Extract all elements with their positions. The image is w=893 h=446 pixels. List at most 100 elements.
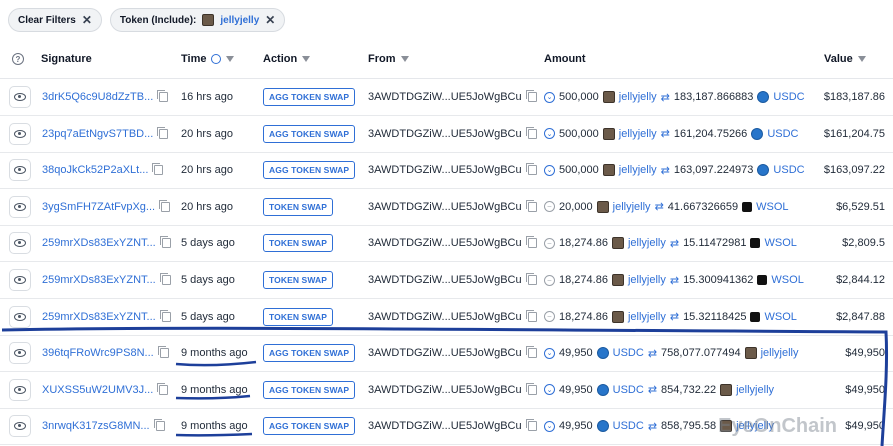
copy-icon[interactable] [525, 90, 537, 102]
clock-icon[interactable] [211, 54, 222, 64]
view-details-button[interactable] [9, 342, 31, 365]
copy-icon[interactable] [525, 346, 537, 359]
token-out-link[interactable]: jellyjelly [736, 384, 774, 396]
view-details-button[interactable] [9, 159, 31, 182]
from-address[interactable]: 3AWDTDGZiW...UE5JoWgBCu [368, 311, 522, 323]
token-in-link[interactable]: USDC [613, 420, 644, 432]
view-details-button[interactable] [9, 195, 31, 218]
copy-icon[interactable] [525, 126, 537, 139]
from-address[interactable]: 3AWDTDGZiW...UE5JoWgBCu [368, 164, 522, 176]
signature-link[interactable]: 259mrXDs83ExYZNT... [42, 311, 156, 323]
signature-link[interactable]: XUXSS5uW2UMV3J... [42, 384, 153, 396]
copy-icon[interactable] [159, 273, 171, 285]
expand-icon[interactable]: – [544, 201, 555, 213]
close-icon[interactable]: ✕ [82, 13, 92, 27]
from-address[interactable]: 3AWDTDGZiW...UE5JoWgBCu [368, 384, 522, 396]
token-out-link[interactable]: WSOL [764, 237, 796, 249]
from-address[interactable]: 3AWDTDGZiW...UE5JoWgBCu [368, 237, 522, 249]
amount-in: 500,000 [559, 91, 599, 103]
token-in-link[interactable]: jellyjelly [619, 91, 657, 103]
time-text: 16 hrs ago [181, 91, 233, 103]
expand-icon[interactable]: ⌄ [544, 91, 555, 103]
token-in-link[interactable]: jellyjelly [619, 128, 657, 140]
view-details-button[interactable] [9, 269, 31, 291]
view-cell [9, 116, 31, 152]
from-cell: 3AWDTDGZiW...UE5JoWgBCu [368, 299, 537, 335]
expand-icon[interactable]: ⌄ [544, 128, 555, 140]
signature-link[interactable]: 3nrwqK317zsG8MN... [42, 420, 150, 432]
token-out-link[interactable]: WSOL [756, 201, 788, 213]
token-out-link[interactable]: USDC [773, 91, 804, 103]
token-in-link[interactable]: jellyjelly [628, 237, 666, 249]
copy-icon[interactable] [525, 236, 537, 249]
copy-icon[interactable] [525, 419, 537, 432]
copy-icon[interactable] [159, 236, 171, 249]
amount-in: 20,000 [559, 200, 593, 213]
token-in-link[interactable]: jellyjelly [628, 274, 666, 286]
copy-icon[interactable] [159, 199, 171, 212]
copy-icon[interactable] [157, 382, 169, 395]
expand-icon[interactable]: – [544, 274, 555, 286]
from-address[interactable]: 3AWDTDGZiW...UE5JoWgBCu [368, 420, 522, 432]
signature-link[interactable]: 396tqFRoWrc9PS8N... [42, 347, 154, 359]
filter-icon[interactable] [857, 56, 866, 62]
token-out-link[interactable]: WSOL [771, 274, 803, 286]
token-out-link[interactable]: USDC [767, 128, 798, 140]
signature-link[interactable]: 259mrXDs83ExYZNT... [42, 274, 156, 286]
copy-icon[interactable] [525, 199, 537, 212]
from-address[interactable]: 3AWDTDGZiW...UE5JoWgBCu [368, 347, 522, 359]
copy-icon[interactable] [157, 126, 169, 139]
view-details-button[interactable] [9, 86, 31, 108]
from-address[interactable]: 3AWDTDGZiW...UE5JoWgBCu [368, 274, 522, 286]
from-address[interactable]: 3AWDTDGZiW...UE5JoWgBCu [368, 91, 522, 103]
token-out-link[interactable]: USDC [773, 164, 804, 176]
view-details-button[interactable] [9, 378, 31, 401]
value-text: $49,950 [845, 383, 885, 396]
expand-icon[interactable]: ⌄ [544, 347, 555, 359]
filter-icon[interactable] [400, 56, 409, 62]
close-icon[interactable]: ✕ [265, 13, 275, 27]
token-in-link[interactable]: USDC [613, 347, 644, 359]
copy-icon[interactable] [159, 309, 171, 322]
token-in-link[interactable]: jellyjelly [613, 201, 651, 213]
token-in-link[interactable]: USDC [613, 384, 644, 396]
copy-icon[interactable] [157, 90, 169, 102]
expand-icon[interactable]: – [544, 311, 555, 323]
filter-icon[interactable] [226, 56, 235, 62]
signature-link[interactable]: 38qoJkCk52P2aXLt... [42, 164, 148, 176]
token-in-link[interactable]: jellyjelly [619, 164, 657, 176]
clear-filters-chip[interactable]: Clear Filters ✕ [8, 8, 102, 32]
expand-icon[interactable]: ⌄ [544, 420, 555, 432]
copy-icon[interactable] [157, 346, 169, 359]
copy-icon[interactable] [153, 419, 165, 432]
copy-icon[interactable] [152, 163, 164, 176]
copy-icon[interactable] [525, 382, 537, 395]
token-out-link[interactable]: WSOL [764, 311, 796, 323]
copy-icon[interactable] [525, 273, 537, 285]
view-details-button[interactable] [9, 122, 31, 145]
token-out-link[interactable]: jellyjelly [761, 347, 799, 359]
view-details-button[interactable] [9, 415, 31, 438]
value-cell: $49,950 [845, 408, 885, 444]
expand-icon[interactable]: – [544, 237, 555, 249]
expand-icon[interactable]: ⌄ [544, 384, 555, 396]
from-address[interactable]: 3AWDTDGZiW...UE5JoWgBCu [368, 128, 522, 140]
swap-arrows-icon: ⇄ [647, 347, 658, 360]
from-address[interactable]: 3AWDTDGZiW...UE5JoWgBCu [368, 201, 522, 213]
copy-icon[interactable] [525, 309, 537, 322]
view-details-button[interactable] [9, 232, 31, 255]
signature-link[interactable]: 3drK5Q6c9U8dZzTB... [42, 91, 153, 103]
token-filter-chip[interactable]: Token (Include): jellyjelly ✕ [109, 8, 286, 32]
signature-cell: 3drK5Q6c9U8dZzTB... [42, 79, 169, 115]
expand-icon[interactable]: ⌄ [544, 164, 555, 176]
token-in-link[interactable]: jellyjelly [628, 311, 666, 323]
signature-link[interactable]: 3ygSmFH7ZAtFvpXg... [42, 201, 155, 213]
filter-icon[interactable] [302, 56, 311, 62]
time-cell: 9 months ago [181, 408, 248, 444]
help-icon[interactable]: ? [12, 53, 24, 65]
copy-icon[interactable] [525, 163, 537, 176]
view-details-button[interactable] [9, 305, 31, 328]
signature-link[interactable]: 259mrXDs83ExYZNT... [42, 237, 156, 249]
action-cell: TOKEN SWAP [263, 189, 333, 225]
signature-link[interactable]: 23pq7aEtNgvS7TBD... [42, 128, 153, 140]
